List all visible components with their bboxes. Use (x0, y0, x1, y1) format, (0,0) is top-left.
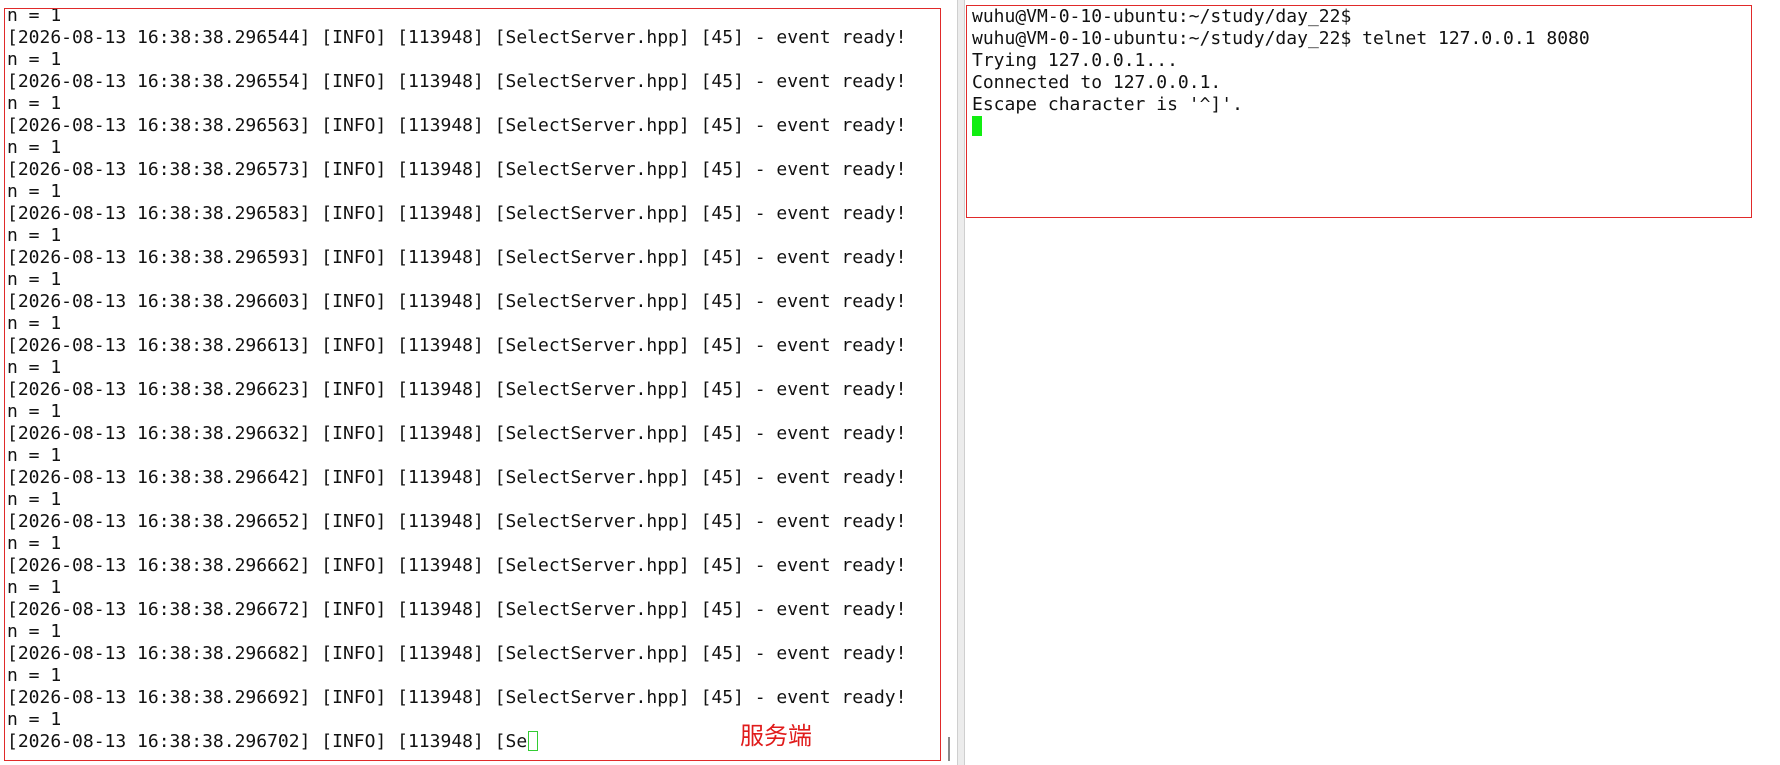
terminal-line: [2026-08-13 16:38:38.296583] [INFO] [113… (7, 203, 907, 224)
terminal-line: [2026-08-13 16:38:38.296652] [INFO] [113… (7, 511, 907, 532)
terminal-line: [2026-08-13 16:38:38.296632] [INFO] [113… (7, 423, 907, 444)
terminal-line: wuhu@VM-0-10-ubuntu:~/study/day_22$ teln… (972, 28, 1590, 49)
terminal-line: wuhu@VM-0-10-ubuntu:~/study/day_22$ (972, 6, 1352, 27)
terminal-line: Escape character is '^]'. (972, 94, 1243, 115)
terminal-line: n = 1 (7, 49, 62, 70)
client-cursor (972, 116, 982, 136)
terminal-line: n = 1 (7, 489, 62, 510)
terminal-line: [2026-08-13 16:38:38.296603] [INFO] [113… (7, 291, 907, 312)
terminal-line: n = 1 (7, 665, 62, 686)
client-terminal-pane[interactable]: wuhu@VM-0-10-ubuntu:~/study/day_22$ wuhu@… (966, 0, 1780, 765)
terminal-line: [2026-08-13 16:38:38.296573] [INFO] [113… (7, 159, 907, 180)
client-cursor-line (972, 116, 1590, 138)
terminal-line: n = 1 (7, 269, 62, 290)
terminal-line: n = 1 (7, 577, 62, 598)
client-terminal-output: wuhu@VM-0-10-ubuntu:~/study/day_22$ wuhu@… (972, 6, 1590, 138)
server-terminal-output: n = 1 [2026-08-13 16:38:38.296544] [INFO]… (7, 5, 906, 753)
terminal-line: [2026-08-13 16:38:38.296593] [INFO] [113… (7, 247, 907, 268)
terminal-line: n = 1 (7, 225, 62, 246)
server-cursor (528, 731, 539, 751)
terminal-line: [2026-08-13 16:38:38.296672] [INFO] [113… (7, 599, 907, 620)
terminal-line: n = 1 (7, 533, 62, 554)
terminal-line: n = 1 (7, 181, 62, 202)
terminal-line: [2026-08-13 16:38:38.296554] [INFO] [113… (7, 71, 907, 92)
terminal-line: [2026-08-13 16:38:38.296623] [INFO] [113… (7, 379, 907, 400)
terminal-line: [2026-08-13 16:38:38.296662] [INFO] [113… (7, 555, 907, 576)
server-terminal-pane[interactable]: n = 1 [2026-08-13 16:38:38.296544] [INFO]… (0, 0, 956, 765)
terminal-line: n = 1 (7, 313, 62, 334)
terminal-line: n = 1 (7, 445, 62, 466)
server-terminal-scrollbar[interactable] (948, 737, 950, 761)
terminal-line: n = 1 (7, 137, 62, 158)
pane-divider[interactable] (957, 0, 965, 765)
terminal-line: [2026-08-13 16:38:38.296642] [INFO] [113… (7, 467, 907, 488)
terminal-line: n = 1 (7, 621, 62, 642)
terminal-line: n = 1 (7, 357, 62, 378)
terminal-line: n = 1 (7, 93, 62, 114)
terminal-line: Connected to 127.0.0.1. (972, 72, 1222, 93)
terminal-line: n = 1 (7, 5, 62, 26)
partial-line-text: [2026-08-13 16:38:38.296702] [INFO] [113… (7, 731, 528, 752)
terminal-line: Trying 127.0.0.1... (972, 50, 1178, 71)
terminal-line: n = 1 (7, 401, 62, 422)
terminal-line: [2026-08-13 16:38:38.296544] [INFO] [113… (7, 27, 907, 48)
terminal-line: [2026-08-13 16:38:38.296563] [INFO] [113… (7, 115, 907, 136)
terminal-line: [2026-08-13 16:38:38.296692] [INFO] [113… (7, 687, 907, 708)
terminal-line: [2026-08-13 16:38:38.296613] [INFO] [113… (7, 335, 907, 356)
server-annotation-label: 服务端 (740, 722, 812, 750)
terminal-line: [2026-08-13 16:38:38.296682] [INFO] [113… (7, 643, 907, 664)
